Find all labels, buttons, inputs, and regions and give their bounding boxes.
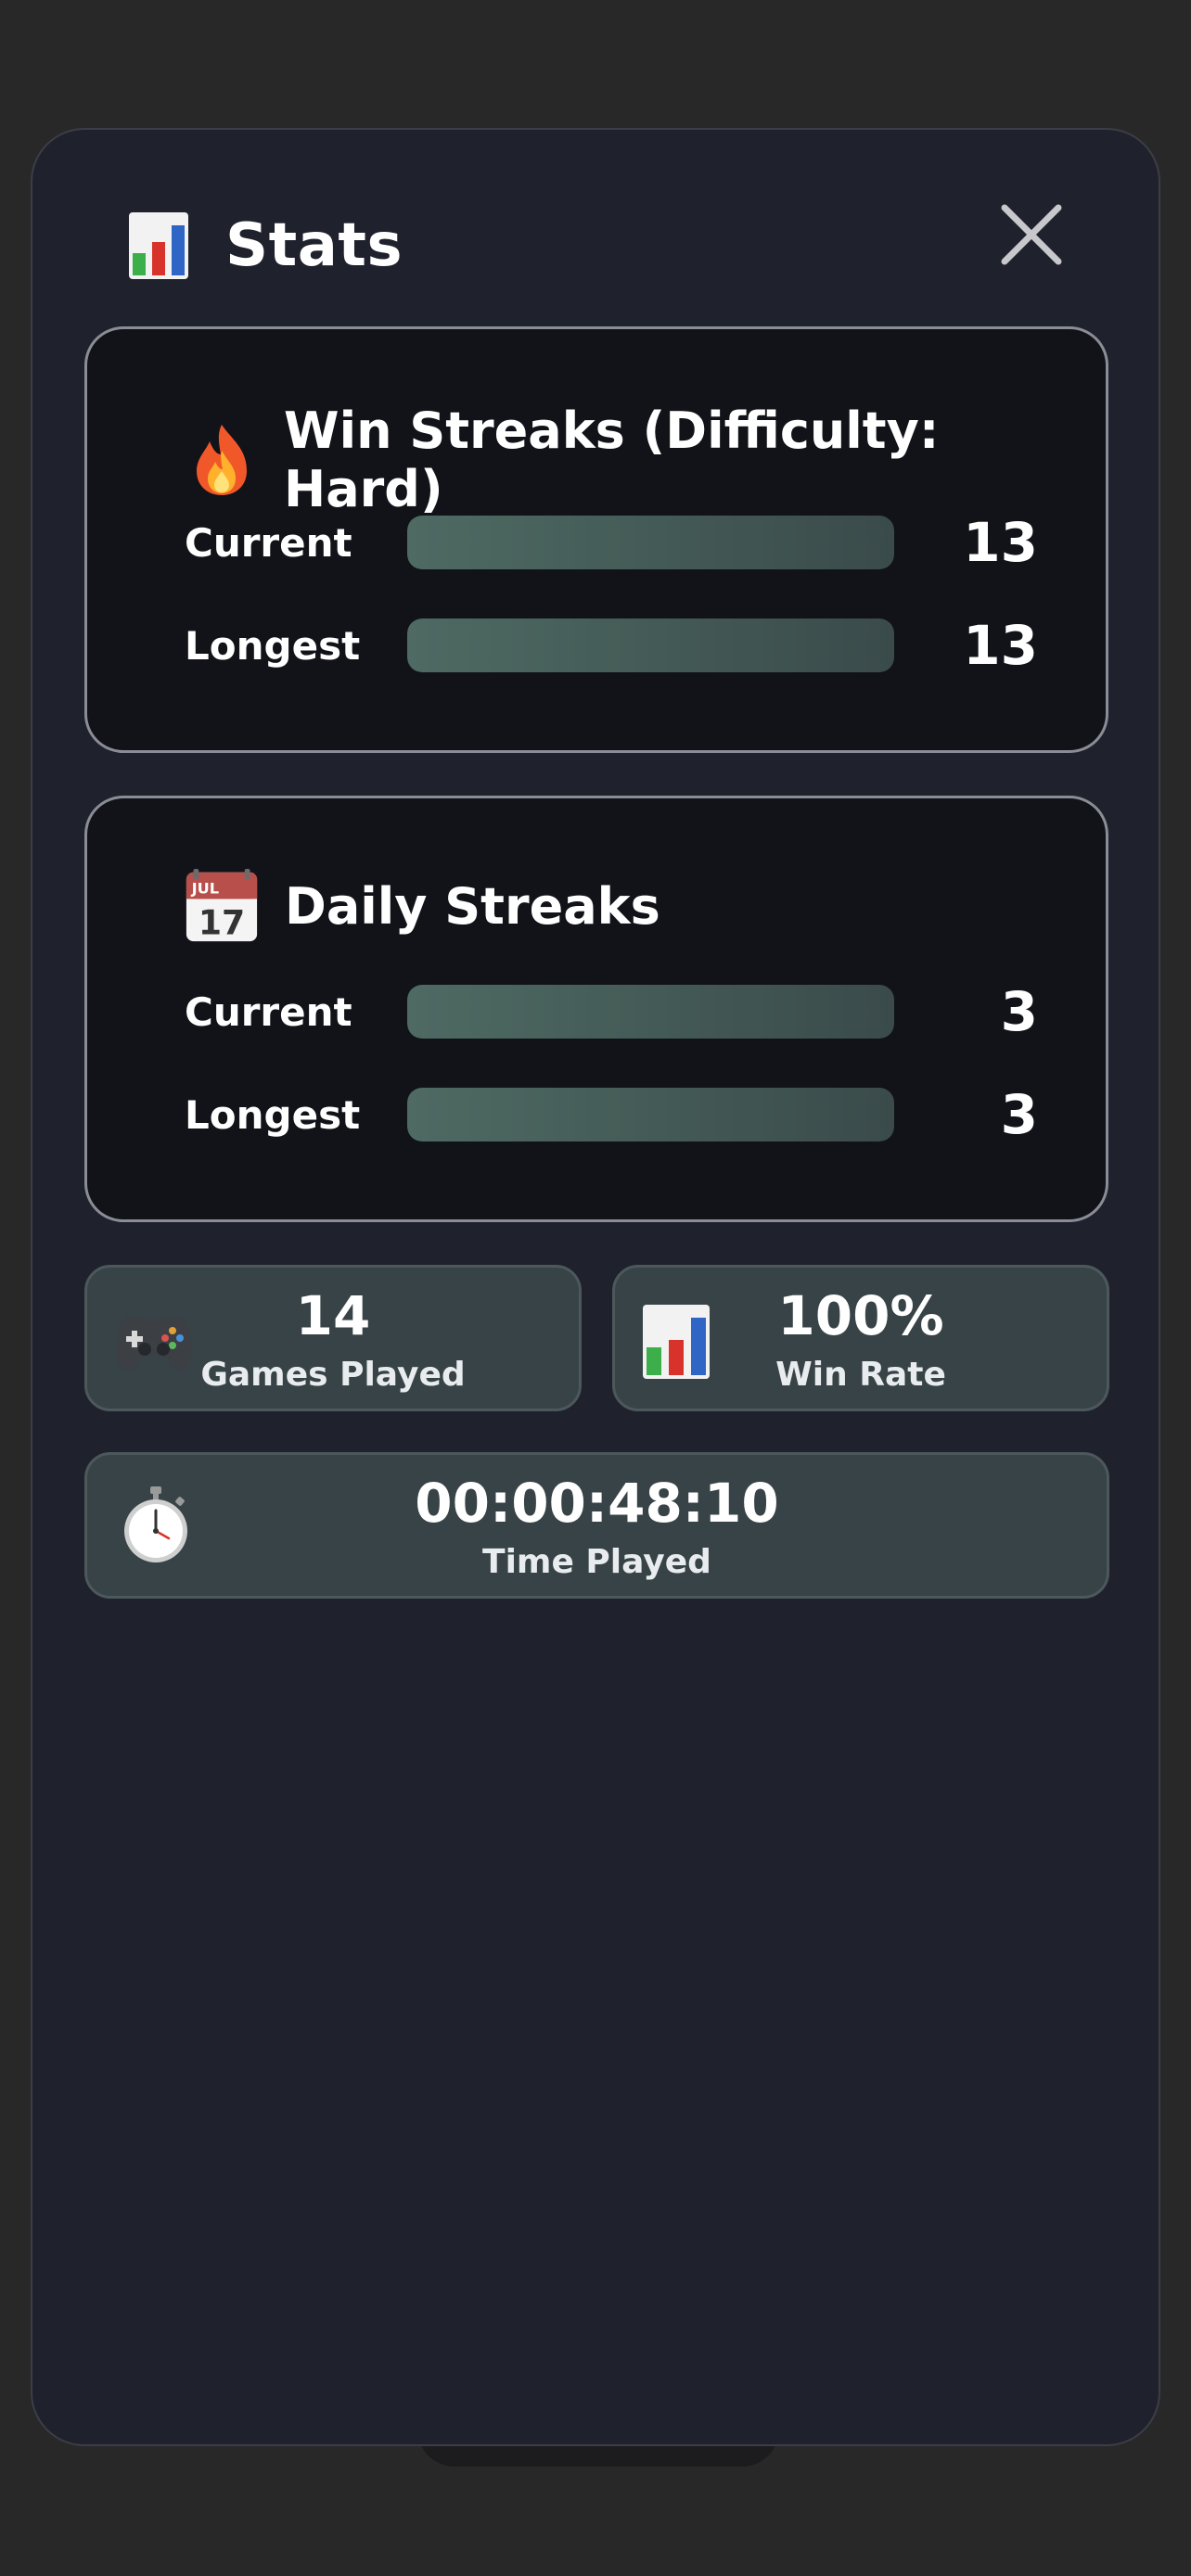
stat-label: Current xyxy=(185,519,352,566)
tile-value: 00:00:48:10 xyxy=(415,1472,779,1535)
progress-bar-track xyxy=(407,1088,894,1141)
card-title-text: Win Streaks (Difficulty: Hard) xyxy=(284,402,940,518)
tile-value: 14 xyxy=(295,1284,371,1347)
win-streaks-title: Win Streaks (Difficulty: Hard) xyxy=(185,402,1106,518)
card-title-text: Daily Streaks xyxy=(285,876,660,936)
win-rate-tile: 100% Win Rate xyxy=(612,1265,1109,1411)
close-button[interactable] xyxy=(990,193,1073,276)
calendar-month: JUL xyxy=(191,880,219,898)
fire-icon xyxy=(185,423,258,497)
games-played-tile: 14 Games Played xyxy=(84,1265,582,1411)
stat-label: Current xyxy=(185,988,352,1035)
tile-label: Games Played xyxy=(200,1356,466,1394)
progress-bar-track xyxy=(407,516,894,569)
progress-bar-track xyxy=(407,985,894,1039)
stat-value: 3 xyxy=(1000,1083,1038,1146)
tile-label: Time Played xyxy=(482,1543,711,1581)
modal-header: Stats xyxy=(129,195,403,297)
calendar-icon: JUL 17 xyxy=(185,869,259,943)
time-played-tile: 00:00:48:10 Time Played xyxy=(84,1452,1109,1599)
progress-bar-fill xyxy=(407,618,894,672)
progress-bar-fill xyxy=(407,516,894,569)
stat-label: Longest xyxy=(185,1091,361,1138)
bar-chart-icon xyxy=(129,212,188,279)
daily-streaks-title: JUL 17 Daily Streaks xyxy=(185,869,660,943)
close-icon xyxy=(1001,204,1062,265)
page-title: Stats xyxy=(225,211,403,280)
tile-value: 100% xyxy=(777,1284,944,1347)
stat-value: 13 xyxy=(963,511,1038,574)
daily-streak-current-row: Current 3 xyxy=(185,980,1038,1043)
stat-label: Longest xyxy=(185,622,361,669)
calendar-day: 17 xyxy=(198,902,245,942)
stats-modal: Stats Win Streaks (Difficulty: Hard) Cur… xyxy=(31,128,1160,2446)
progress-bar-track xyxy=(407,618,894,672)
progress-bar-fill xyxy=(407,1088,894,1141)
stat-value: 13 xyxy=(963,614,1038,677)
win-streaks-card: Win Streaks (Difficulty: Hard) Current 1… xyxy=(84,326,1108,753)
tile-label: Win Rate xyxy=(775,1356,946,1394)
win-streak-longest-row: Longest 13 xyxy=(185,614,1038,677)
daily-streaks-card: JUL 17 Daily Streaks Current 3 Longest 3 xyxy=(84,796,1108,1222)
win-streak-current-row: Current 13 xyxy=(185,511,1038,574)
daily-streak-longest-row: Longest 3 xyxy=(185,1083,1038,1146)
stat-value: 3 xyxy=(1000,980,1038,1043)
progress-bar-fill xyxy=(407,985,894,1039)
